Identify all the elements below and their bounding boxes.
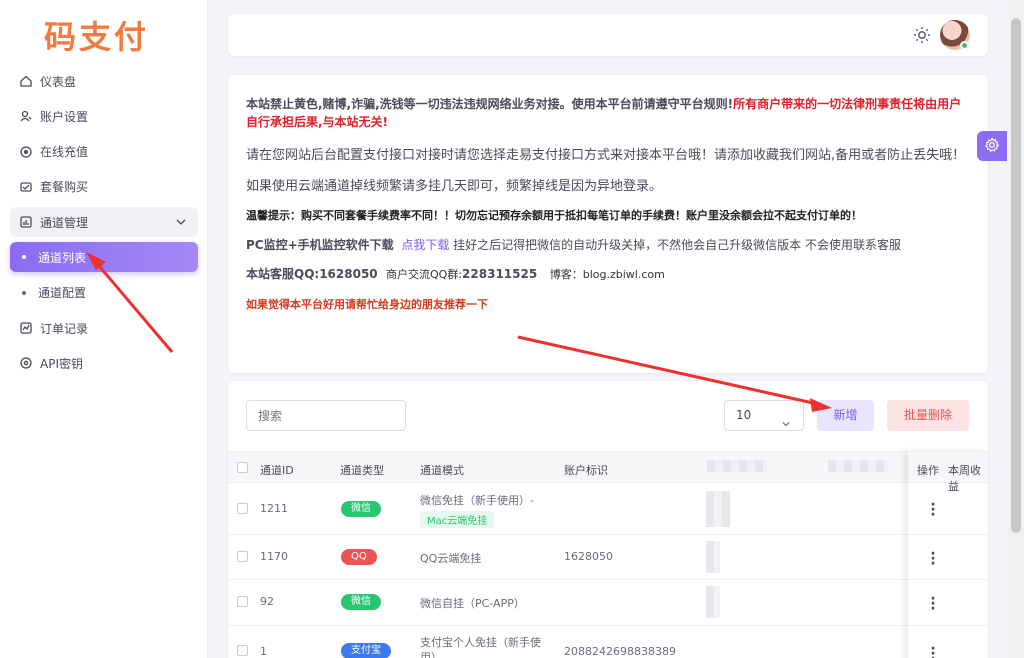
sidebar-nav: 仪表盘 账户设置 在线充值 套餐购买 通道管理 通道列表 通道配置 订单记录 A… [10,66,198,384]
table-row: 1211 微信 微信免挂（新手使用）- Mac云端免挂 · · · [228,483,988,535]
channel-id: 1170 [260,550,288,563]
table-row: 92 微信 微信自挂（PC-APP） · · · [228,580,988,626]
chevron-down-icon [781,411,791,440]
notice-rules: 本站禁止黄色,赌博,诈骗,洗钱等一切违法违规网络业务对接。使用本平台前请遵守平台… [246,95,970,131]
account-id: 1628050 [564,550,613,563]
redacted-header [828,460,888,472]
merchant-group-number: 228311525 [462,267,538,281]
sidebar-item-label: 通道配置 [38,286,87,301]
channel-mode-text: QQ云端免挂 [420,552,482,565]
scrollbar-thumb[interactable] [1011,18,1021,533]
type-badge: 微信 [341,594,381,610]
sidebar-item-channel-management[interactable]: 通道管理 [10,207,198,238]
notice-rules-text: 本站禁止黄色,赌博,诈骗,洗钱等一切违法违规网络业务对接。使用本平台前请遵守平台… [246,97,734,111]
top-navbar [228,14,988,56]
notice-recommend: 如果觉得本平台好用请帮忙给身边的朋友推荐一下 [246,298,488,311]
bullet-icon [22,255,26,260]
key-icon [20,357,32,370]
notice-config-hint: 请在您网站后台配置支付接口对接时请您选择走易支付接口方式来对接本平台哦！请添加收… [246,148,966,163]
sidebar: 码支付 仪表盘 账户设置 在线充值 套餐购买 通道管理 通道列表 通道配置 订单… [0,0,208,658]
row-checkbox[interactable] [237,645,248,656]
column-header-type[interactable]: 通道类型 [340,462,384,478]
home-icon [20,75,32,87]
sidebar-item-account-settings[interactable]: 账户设置 [10,101,198,131]
merchant-group-label: 商户交流QQ群: [386,268,463,281]
row-checkbox[interactable] [237,551,248,562]
sidebar-item-label: 套餐购买 [40,180,89,195]
download-hint: 挂好之后记得把微信的自动升级关掉，不然他会自己升级微信版本 不会使用联系客服 [453,238,901,252]
column-header-mode[interactable]: 通道模式 [420,462,464,478]
notice-fee-hint: 温馨提示：购买不同套餐手续费率不同！！切勿忘记预存余额用于抵扣每笔订单的手续费！… [246,209,862,222]
download-label: PC监控+手机监控软件下载 [246,238,394,252]
download-link[interactable]: 点我下载 [401,238,449,252]
sidebar-item-channel-config[interactable]: 通道配置 [10,278,198,308]
support-qq: 本站客服QQ:1628050 [246,267,378,281]
channel-mode-text: 微信自挂（PC-APP） [420,597,525,610]
notice-card: 本站禁止黄色,赌博,诈骗,洗钱等一切违法违规网络业务对接。使用本平台前请遵守平台… [228,75,988,373]
sidebar-item-label: 在线充值 [40,145,89,160]
column-header-id[interactable]: 通道ID [260,462,294,478]
bullet-icon [22,290,26,295]
page-scrollbar[interactable] [1008,0,1024,658]
mode-tag: Mac云端免挂 [420,511,495,528]
sidebar-item-dashboard[interactable]: 仪表盘 [10,66,198,96]
channel-mode: 微信免挂（新手使用）- Mac云端免挂 [420,492,550,528]
channel-id: 92 [260,595,274,608]
account-id: 2088242698838389 [564,645,676,658]
order-icon [20,322,32,334]
sidebar-item-label: 账户设置 [40,109,89,124]
sun-icon[interactable] [913,26,931,44]
channel-mode-text: 微信免挂（新手使用）- [420,494,534,507]
sidebar-item-api-key[interactable]: API密钥 [10,348,198,378]
type-badge: 支付宝 [341,643,391,658]
redacted-cell [706,541,720,573]
table-header: 通道ID 通道类型 通道模式 账户标识 操作 本周收益 [228,451,988,493]
chart-icon [20,216,32,228]
redacted-cell [706,586,720,618]
gear-icon [984,136,1000,156]
batch-delete-button[interactable]: 批量删除 [887,400,969,431]
channel-mode-text: 支付宝个人免挂（新手使用） [420,636,541,658]
blog-link[interactable]: 博客：blog.zbiwl.com [550,268,665,281]
page-size-value: 10 [736,408,752,422]
chevron-down-icon [176,216,186,230]
notice-cloud-hint: 如果使用云端通道掉线频繁请多挂几天即可，频繁掉线是因为异地登录。 [246,179,663,194]
row-checkbox[interactable] [237,596,248,607]
redacted-cell [706,491,730,527]
channel-id: 1 [260,645,267,658]
channel-table-card: 10 新增 批量删除 通道ID 通道类型 通道模式 账户标识 操作 本周收益 1… [228,381,988,658]
add-button[interactable]: 新增 [817,400,874,431]
user-icon [20,110,32,122]
fixed-actions-column [908,451,988,658]
search-input[interactable] [246,400,406,431]
notice-download-line: PC监控+手机监控软件下载 点我下载 挂好之后记得把微信的自动升级关掉，不然他会… [246,236,901,253]
redacted-header [707,460,767,472]
online-status-dot [960,41,969,50]
customizer-toggle[interactable] [977,131,1007,161]
package-icon [20,181,32,193]
type-badge: QQ [341,549,377,565]
row-checkbox[interactable] [237,503,248,514]
table-row: 1170 QQ QQ云端免挂 1628050 · · · [228,535,988,580]
sidebar-item-orders[interactable]: 订单记录 [10,313,198,343]
sidebar-item-label: 订单记录 [40,321,89,336]
page-size-select[interactable]: 10 [724,400,804,431]
column-header-account[interactable]: 账户标识 [564,462,608,478]
brand-logo[interactable]: 码支付 [44,12,149,58]
notice-contact-line: 本站客服QQ:1628050 商户交流QQ群:228311525 博客：blog… [246,265,665,282]
sidebar-item-label: API密钥 [40,356,83,371]
sidebar-item-package[interactable]: 套餐购买 [10,172,198,202]
sidebar-item-recharge[interactable]: 在线充值 [10,137,198,167]
coin-icon [20,145,32,158]
sidebar-item-channel-list[interactable]: 通道列表 [10,242,198,273]
type-badge: 微信 [341,501,381,517]
select-all-checkbox[interactable] [237,462,248,473]
sidebar-item-label: 通道管理 [40,215,89,230]
channel-id: 1211 [260,502,288,515]
sidebar-item-label: 仪表盘 [40,74,77,89]
table-row: 1 支付宝 支付宝个人免挂（新手使用） 2088242698838389 ··· [228,626,988,658]
sidebar-item-label: 通道列表 [38,250,87,265]
